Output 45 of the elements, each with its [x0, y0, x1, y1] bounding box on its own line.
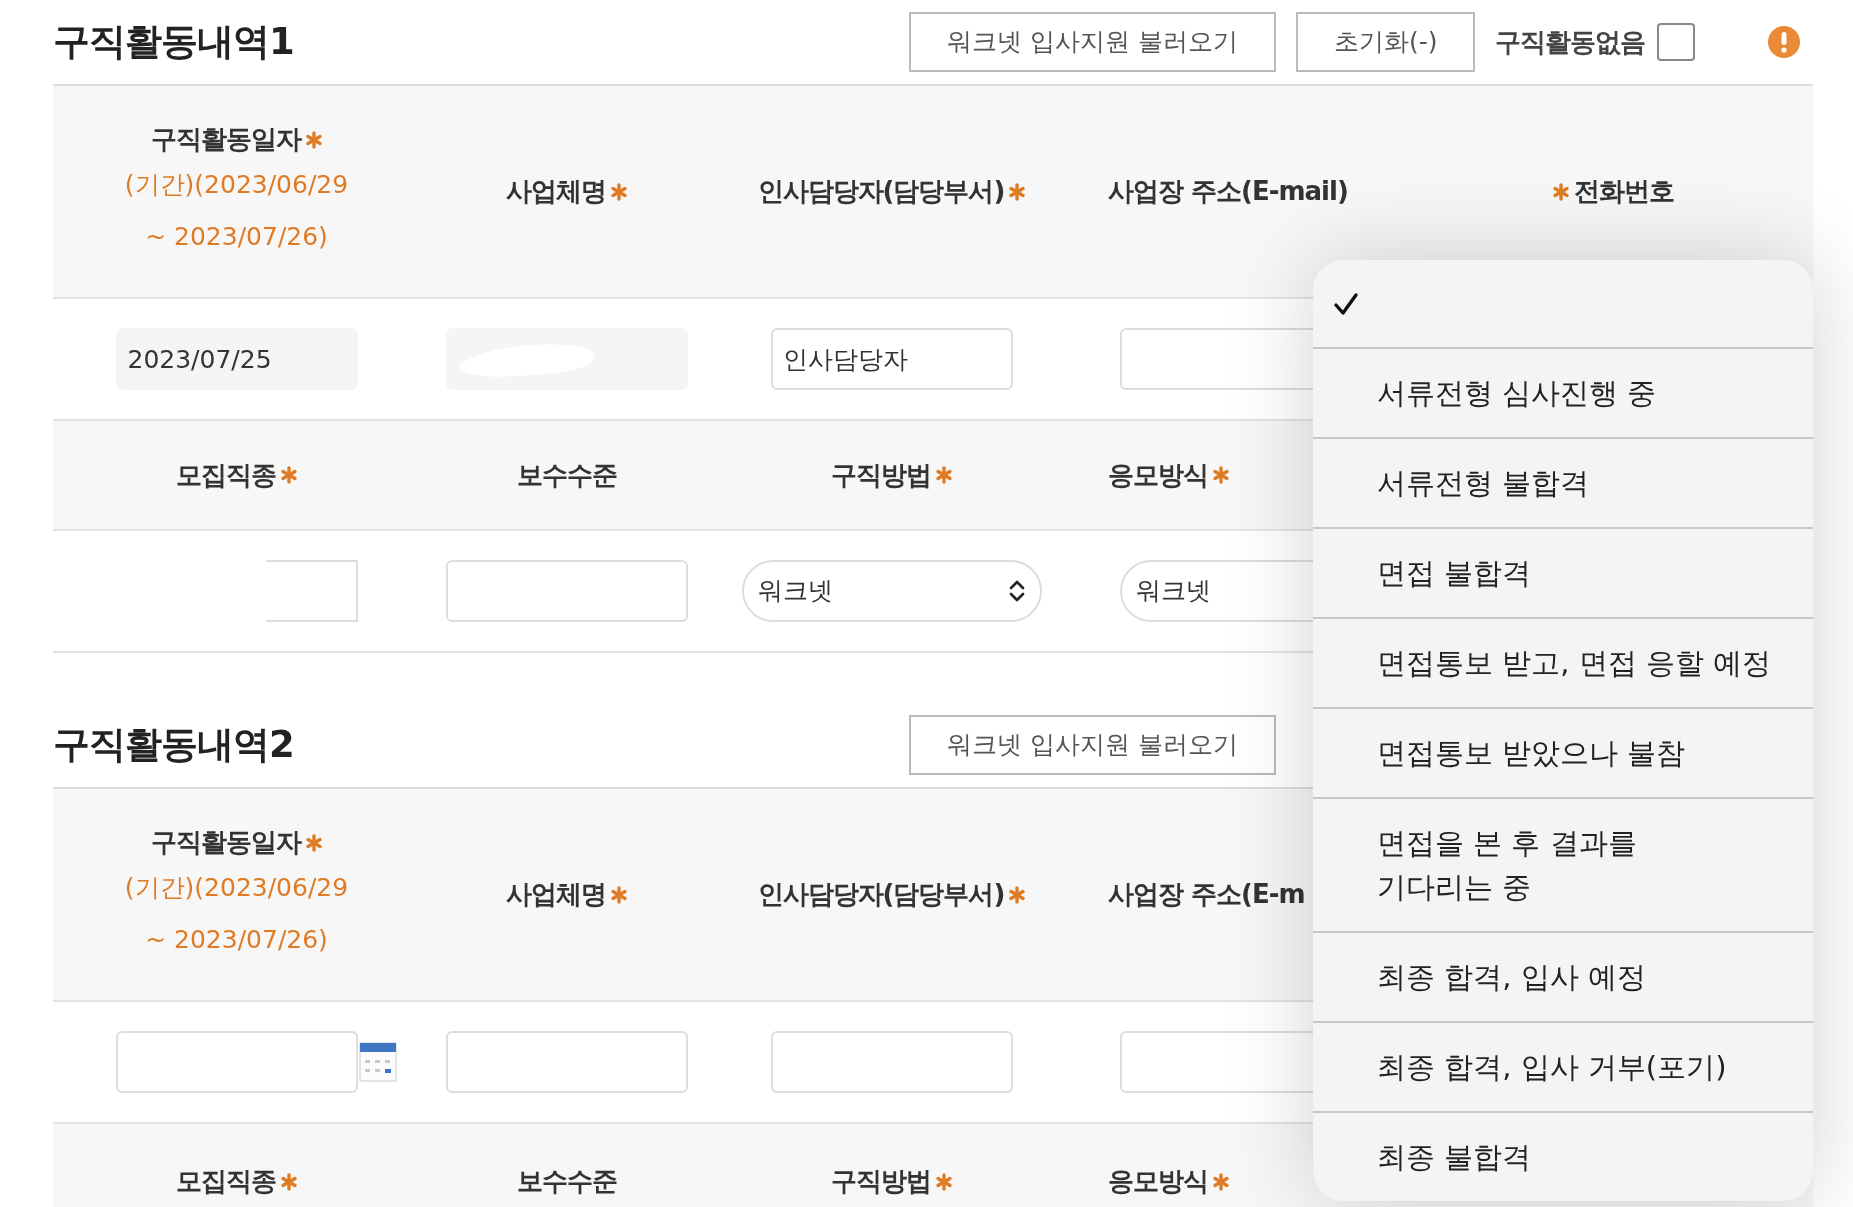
- menu-option[interactable]: 최종 합격, 입사 예정: [1313, 931, 1813, 1021]
- checkbox-label: 구직활동없음: [1495, 25, 1646, 59]
- column-header: 모집직종: [175, 1165, 276, 1198]
- column-header: 사업체명: [506, 878, 606, 911]
- select-field[interactable]: 워크넷: [742, 560, 1042, 622]
- period-text: (기간)(2023/06/29 ~ 2023/07/26): [123, 169, 350, 253]
- menu-option[interactable]: 서류전형 불합격: [1313, 437, 1813, 527]
- input-field[interactable]: [446, 1031, 688, 1093]
- section-title: 구직활동내역2: [53, 722, 295, 768]
- column-header: 전화번호: [1573, 175, 1674, 208]
- menu-option[interactable]: 서류전형 심사진행 중: [1313, 347, 1813, 437]
- menu-option[interactable]: 면접통보 받고, 면접 응할 예정: [1313, 617, 1813, 707]
- outline-button[interactable]: 워크넷 입사지원 불러오기: [909, 12, 1276, 72]
- check-icon: [1333, 291, 1359, 316]
- column-header: 응모방식: [1108, 1165, 1208, 1198]
- input-field[interactable]: [115, 1031, 358, 1093]
- column-header: 모집직종: [175, 458, 276, 492]
- column-header: 사업장 주소(E-mail): [1108, 175, 1348, 208]
- section-title: 구직활동내역1: [53, 19, 295, 65]
- input-field[interactable]: 인사담당자: [771, 328, 1013, 390]
- column-header: 인사담당자(담당부서): [757, 175, 1005, 208]
- column-header: 구직활동일자: [150, 826, 301, 859]
- menu-option[interactable]: 면접 불합격: [1313, 527, 1813, 617]
- column-header: 보수수준: [517, 458, 617, 492]
- warning-icon[interactable]: [1767, 25, 1801, 59]
- input-field[interactable]: [771, 1031, 1013, 1093]
- column-header: 인사담당자(담당부서): [757, 878, 1005, 911]
- input-field[interactable]: 2023/07/25: [115, 328, 358, 390]
- column-header: 구직활동일자: [150, 123, 301, 156]
- menu-option[interactable]: 최종 합격, 입사 거부(포기): [1313, 1021, 1813, 1111]
- input-field[interactable]: [446, 560, 688, 622]
- column-header: 구직방법: [831, 1165, 931, 1198]
- outline-button[interactable]: 워크넷 입사지원 불러오기: [909, 715, 1276, 775]
- calendar-icon[interactable]: [359, 1042, 397, 1082]
- column-header: 응모방식: [1108, 458, 1208, 492]
- outline-button[interactable]: 초기화(-): [1295, 12, 1476, 72]
- period-text: (기간)(2023/06/29 ~ 2023/07/26): [123, 872, 350, 956]
- column-header: 사업체명: [506, 175, 606, 208]
- menu-option[interactable]: 면접통보 받았으나 불참: [1313, 707, 1813, 797]
- column-header: 보수수준: [517, 1165, 617, 1198]
- checkbox[interactable]: [1657, 23, 1696, 61]
- column-header: 사업장 주소(E-m: [1108, 878, 1305, 911]
- menu-option[interactable]: 최종 불합격: [1313, 1111, 1813, 1201]
- menu-option[interactable]: 면접을 본 후 결과를 기다리는 중: [1313, 797, 1813, 931]
- column-header: 구직방법: [831, 458, 931, 492]
